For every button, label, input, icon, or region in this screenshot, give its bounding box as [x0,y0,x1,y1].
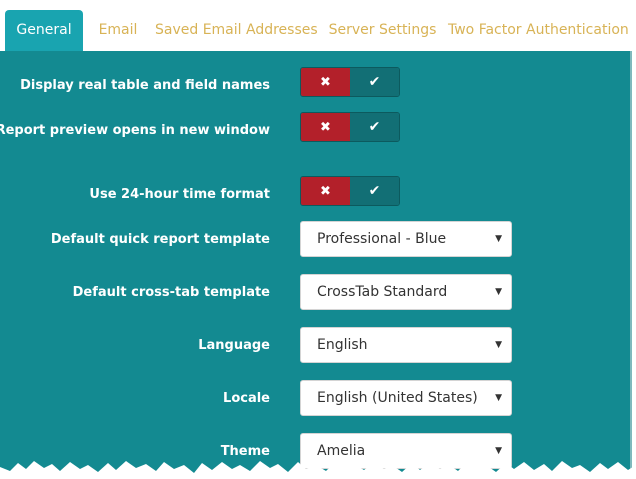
check-icon[interactable]: ✔ [350,113,399,141]
quick-report-template-value: Professional - Blue [317,231,447,247]
times-icon[interactable]: ✖ [301,113,350,141]
tab-server-settings[interactable]: Server Settings [325,10,440,51]
caret-down-icon: ▼ [495,393,502,403]
use-24-hour-format-label: Use 24-hour time format [89,187,270,202]
times-icon[interactable]: ✖ [301,177,350,205]
report-preview-new-window-label: Report preview opens in new window [0,123,270,138]
cross-tab-template-value: CrossTab Standard [317,284,448,300]
language-label: Language [198,338,270,353]
locale-value: English (United States) [317,390,478,406]
quick-report-template-label: Default quick report template [50,232,270,247]
display-real-names-toggle[interactable]: ✖ ✔ [300,67,400,97]
tab-saved-email-addresses[interactable]: Saved Email Addresses [155,10,318,51]
tab-two-factor-authentication[interactable]: Two Factor Authentication [448,10,629,51]
check-icon[interactable]: ✔ [350,68,399,96]
report-preview-new-window-toggle[interactable]: ✖ ✔ [300,112,400,142]
language-select[interactable]: English ▼ [300,327,512,363]
use-24-hour-format-toggle[interactable]: ✖ ✔ [300,176,400,206]
language-value: English [317,337,368,353]
caret-down-icon: ▼ [495,287,502,297]
tab-email[interactable]: Email [88,10,148,51]
settings-tab-bar: General Email Saved Email Addresses Serv… [0,0,636,51]
caret-down-icon: ▼ [495,340,502,350]
cross-tab-template-label: Default cross-tab template [72,285,270,300]
quick-report-template-select[interactable]: Professional - Blue ▼ [300,221,512,257]
times-icon[interactable]: ✖ [301,68,350,96]
torn-edge-decoration [0,461,636,479]
check-icon[interactable]: ✔ [350,177,399,205]
locale-select[interactable]: English (United States) ▼ [300,380,512,416]
tab-general[interactable]: General [5,10,83,51]
locale-label: Locale [223,391,270,406]
cross-tab-template-select[interactable]: CrossTab Standard ▼ [300,274,512,310]
display-real-names-label: Display real table and field names [20,78,270,93]
caret-down-icon: ▼ [495,234,502,244]
